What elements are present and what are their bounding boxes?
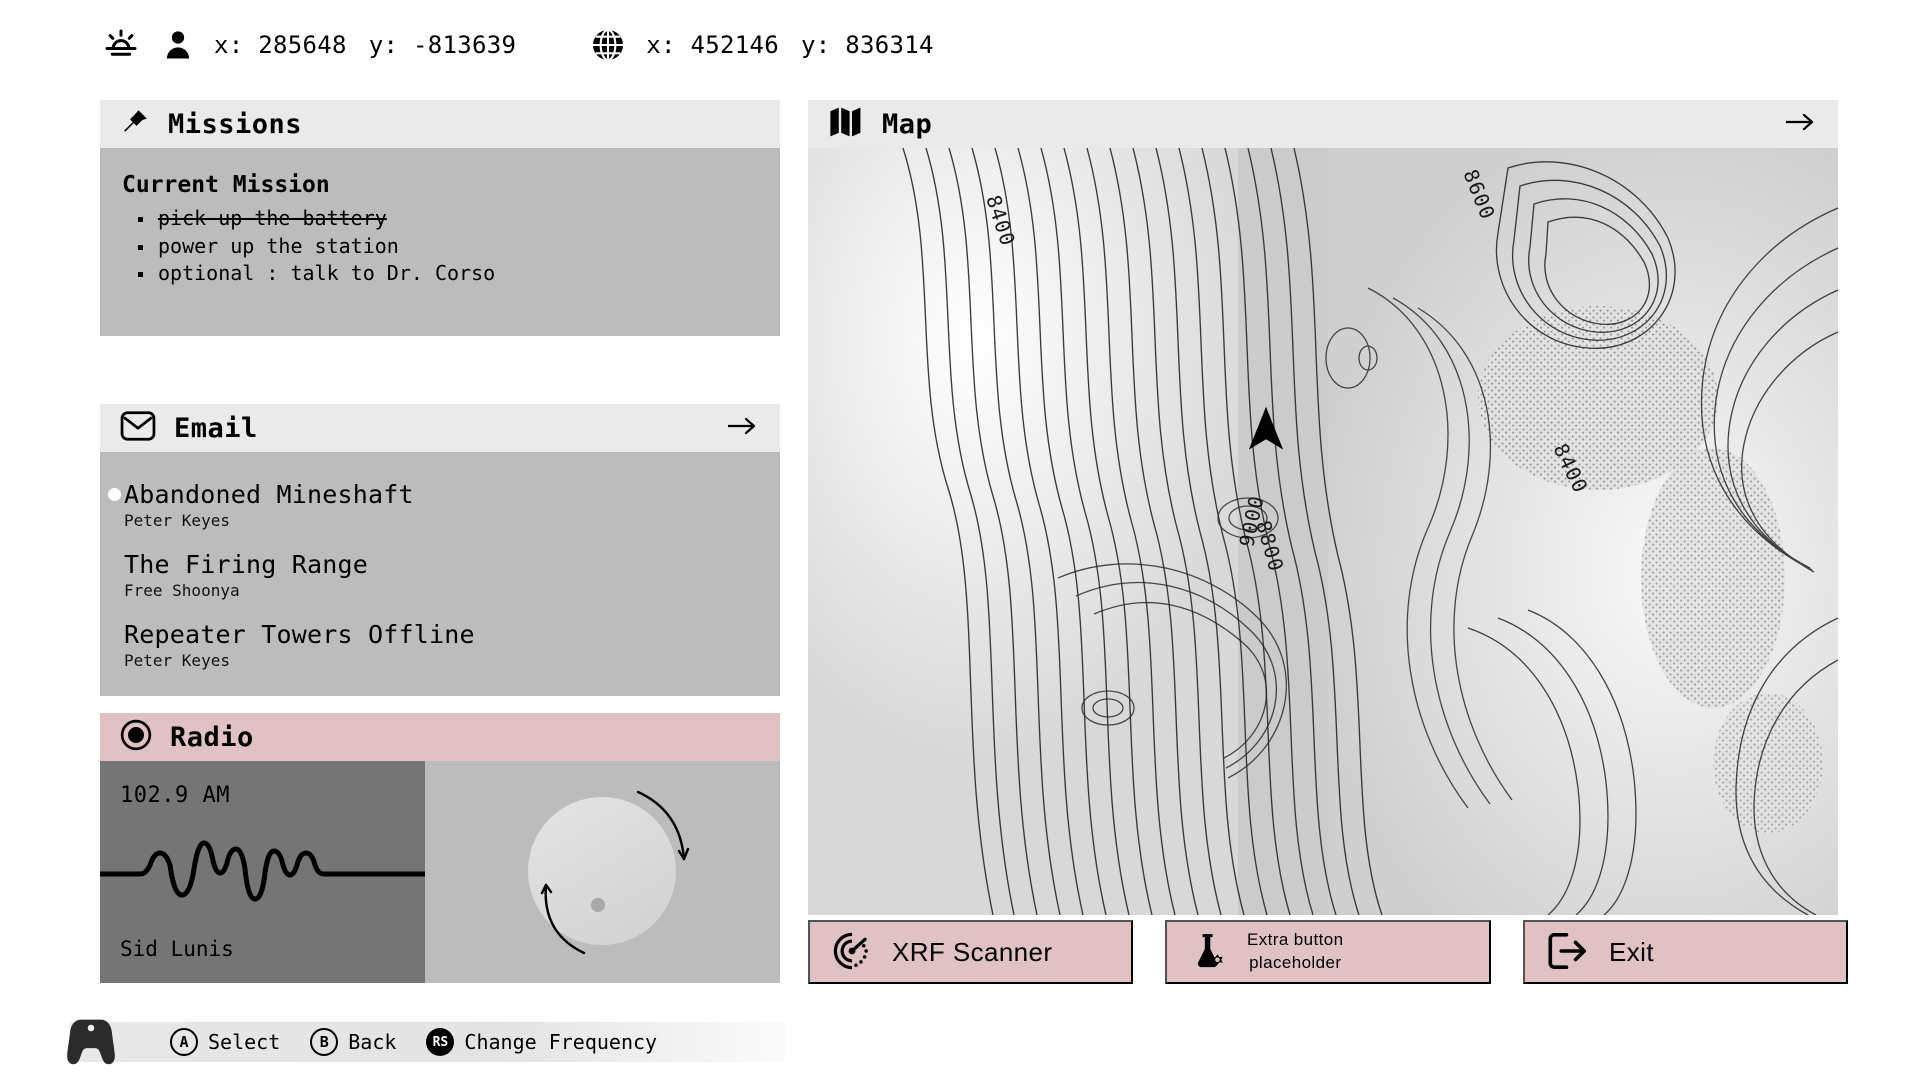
- button-rs-icon: RS: [426, 1028, 455, 1056]
- hint-select-label: Select: [208, 1030, 281, 1054]
- player-coordinate-y: y: -813639: [368, 31, 517, 59]
- extra-placeholder-label: Extra button placeholder: [1247, 930, 1344, 972]
- xrf-scanner-label: XRF Scanner: [892, 936, 1053, 967]
- arrow-right-icon[interactable]: [726, 415, 758, 441]
- button-a-icon: A: [170, 1028, 198, 1056]
- pin-icon: [120, 107, 150, 141]
- missions-panel: Missions Current Mission pick up the bat…: [100, 100, 780, 336]
- email-sender: Peter Keyes: [124, 651, 230, 670]
- hint-back[interactable]: B Back: [310, 1028, 396, 1056]
- current-mission-label: Current Mission: [122, 172, 330, 198]
- list-item[interactable]: Abandoned Mineshaft Peter Keyes: [100, 470, 780, 540]
- map-panel-header[interactable]: Map: [808, 100, 1838, 148]
- radio-display: 102.9 AM Sid Lunis: [100, 761, 425, 983]
- world-coordinates: x: 452146 y: 836314: [646, 31, 934, 59]
- email-list: Abandoned Mineshaft Peter Keyes The Firi…: [100, 452, 780, 696]
- radar-scanner-icon: [832, 931, 872, 974]
- radio-panel: Radio 102.9 AM Sid Lunis: [100, 713, 780, 983]
- player-coordinates: x: 285648 y: -813639: [214, 31, 516, 59]
- list-item[interactable]: Repeater Towers Offline Peter Keyes: [100, 610, 780, 680]
- hint-change-frequency-label: Change Frequency: [464, 1030, 658, 1054]
- hint-select[interactable]: A Select: [170, 1028, 280, 1056]
- map-canvas[interactable]: 8400 8600 9000 8800 8400: [808, 148, 1838, 915]
- email-panel-header[interactable]: Email: [100, 404, 780, 452]
- record-icon: [120, 719, 152, 755]
- mission-objective-list: pick up the battery power up the station…: [122, 206, 758, 287]
- world-coordinate-x: x: 452146: [646, 31, 779, 59]
- missions-title: Missions: [168, 108, 303, 140]
- radio-title: Radio: [170, 721, 254, 753]
- mission-objective: pick up the battery: [136, 206, 758, 232]
- email-sender: Peter Keyes: [124, 511, 230, 530]
- xrf-scanner-button[interactable]: XRF Scanner: [808, 920, 1133, 984]
- controller-hint-bar: A Select B Back RS Change Frequency: [67, 1019, 785, 1065]
- button-b-icon: B: [310, 1028, 339, 1056]
- mission-objective: power up the station: [136, 234, 758, 260]
- globe-icon: [588, 25, 628, 65]
- exit-label: Exit: [1609, 936, 1654, 967]
- email-sender: Free Shoonya: [124, 581, 240, 600]
- exit-button[interactable]: Exit: [1523, 920, 1848, 984]
- flask-icon: [1189, 931, 1227, 974]
- mission-objective: optional : talk to Dr. Corso: [136, 261, 758, 287]
- map-title: Map: [882, 108, 933, 140]
- email-subject: The Firing Range: [124, 550, 369, 579]
- extra-placeholder-button[interactable]: Extra button placeholder: [1165, 920, 1491, 984]
- hint-change-frequency[interactable]: RS Change Frequency: [426, 1028, 657, 1056]
- player-position-marker: [1245, 405, 1287, 457]
- missions-body: Current Mission pick up the battery powe…: [100, 148, 780, 336]
- map-panel: Map 8400 8600 9000 8800 8400: [808, 100, 1838, 915]
- unread-dot-icon: [108, 488, 121, 501]
- radio-frequency: 102.9 AM: [120, 783, 230, 808]
- email-title: Email: [174, 412, 258, 444]
- missions-panel-header: Missions: [100, 100, 780, 148]
- topographic-contours: 8400 8600 9000 8800 8400: [808, 148, 1838, 915]
- audio-waveform: [100, 840, 425, 902]
- frequency-knob[interactable]: [425, 761, 780, 983]
- email-subject: Repeater Towers Offline: [124, 620, 475, 649]
- radio-artist: Sid Lunis: [120, 937, 234, 961]
- list-item[interactable]: The Firing Range Free Shoonya: [100, 540, 780, 610]
- logout-icon: [1547, 931, 1589, 974]
- envelope-icon: [120, 411, 156, 445]
- controller-hint-list: A Select B Back RS Change Frequency: [170, 1028, 657, 1056]
- map-action-bar: XRF Scanner Extra button placeholder Exi…: [808, 920, 1848, 984]
- person-icon: [160, 27, 196, 63]
- radio-tuner[interactable]: [425, 761, 780, 983]
- email-subject: Abandoned Mineshaft: [124, 480, 414, 509]
- gamepad-icon: [60, 1012, 122, 1072]
- radio-panel-header: Radio: [100, 713, 780, 761]
- hint-back-label: Back: [348, 1030, 397, 1054]
- sunrise-icon: [100, 24, 142, 66]
- player-coordinate-x: x: 285648: [214, 31, 347, 59]
- world-coordinate-y: y: 836314: [801, 31, 934, 59]
- status-bar: x: 285648 y: -813639 x: 452146 y: 836314: [100, 18, 934, 72]
- folded-map-icon: [828, 106, 864, 142]
- arrow-right-icon[interactable]: [1784, 111, 1816, 137]
- radio-body: 102.9 AM Sid Lunis: [100, 761, 780, 983]
- email-panel: Email Abandoned Mineshaft Peter Keyes Th…: [100, 404, 780, 696]
